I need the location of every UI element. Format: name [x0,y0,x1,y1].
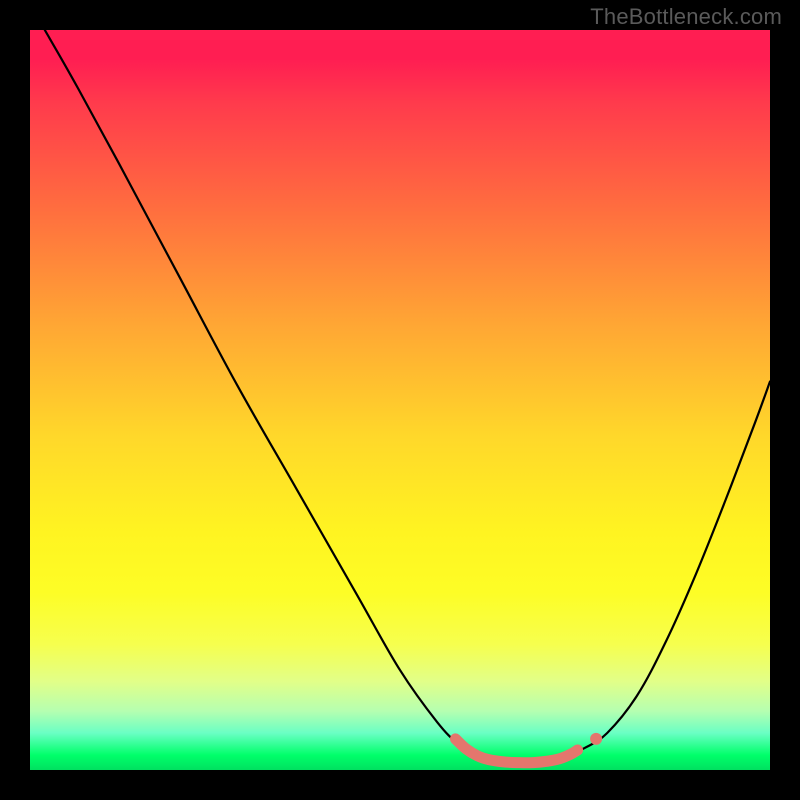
plot-area [30,30,770,770]
watermark-text: TheBottleneck.com [590,4,782,30]
gradient-background [30,30,770,770]
chart-container: TheBottleneck.com [0,0,800,800]
